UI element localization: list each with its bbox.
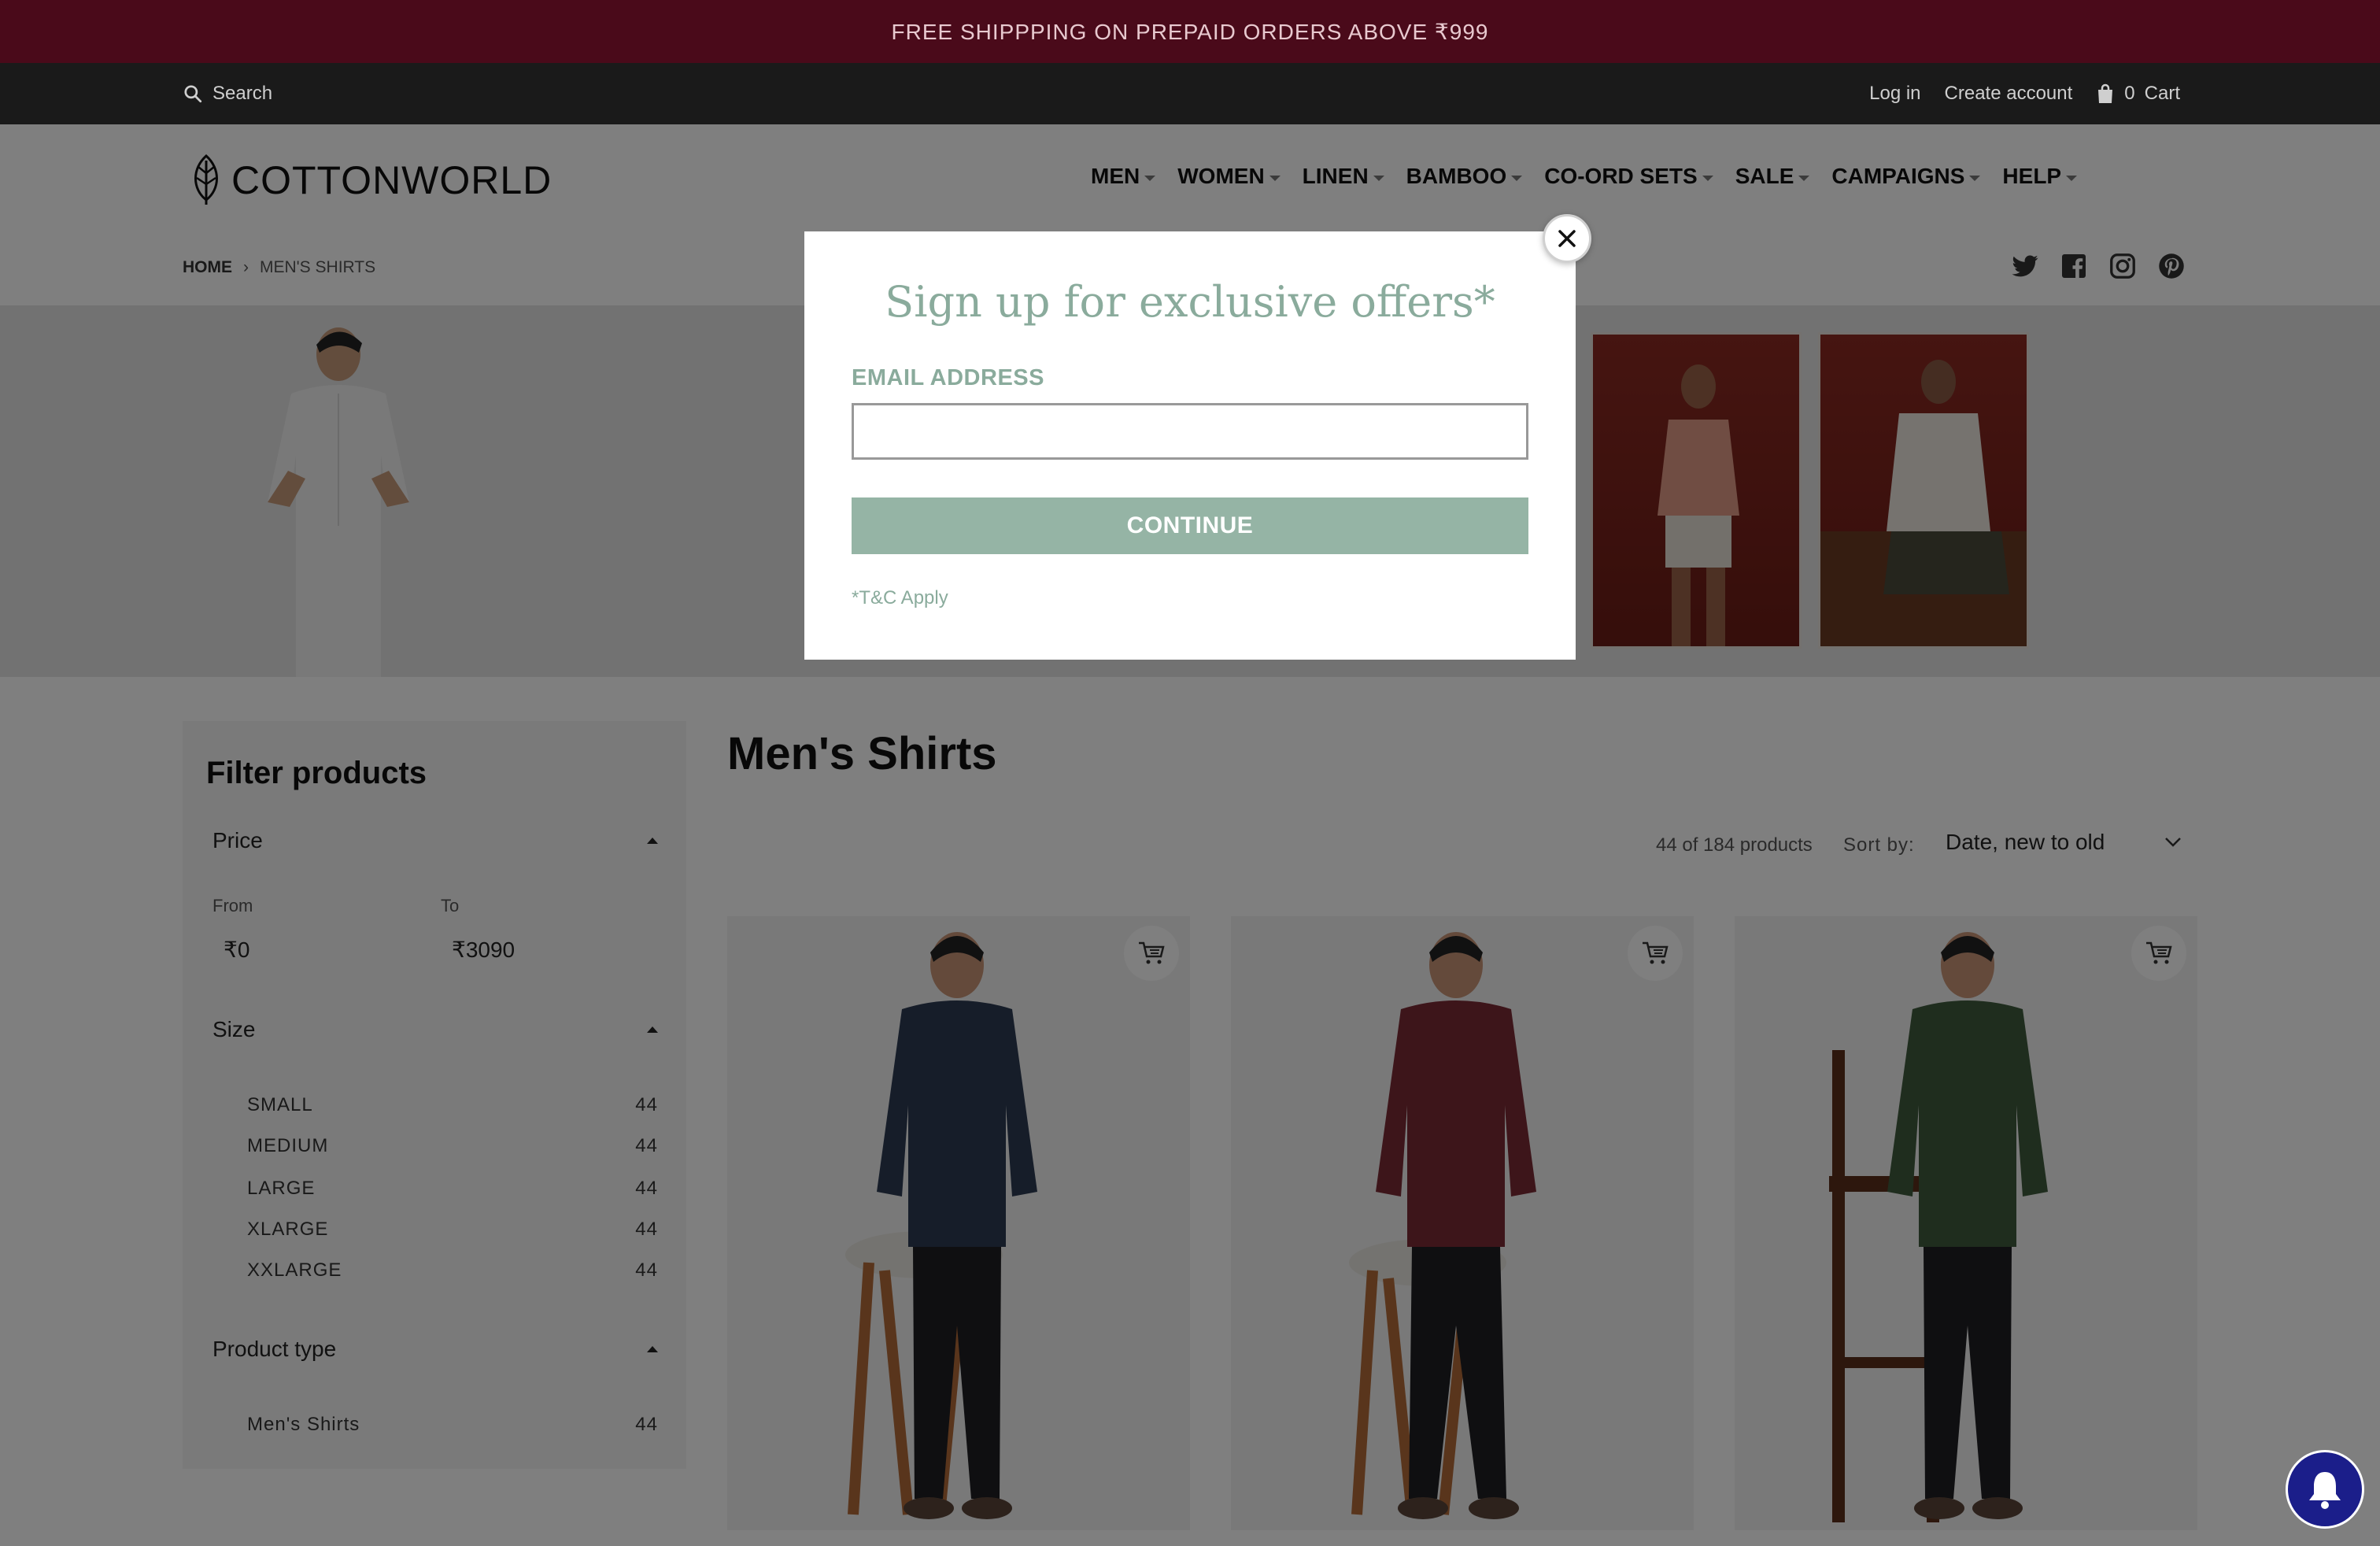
close-modal-button[interactable]	[1543, 214, 1591, 263]
close-icon	[1558, 230, 1576, 247]
terms-link[interactable]: *T&C Apply	[852, 587, 948, 609]
signup-modal: Sign up for exclusive offers* EMAIL ADDR…	[804, 231, 1576, 660]
search-label: Search	[213, 83, 273, 104]
modal-title: Sign up for exclusive offers*	[885, 277, 1495, 327]
shopping-bag-icon	[2098, 83, 2113, 103]
cart-link[interactable]: 0 Cart	[2096, 83, 2180, 105]
email-input[interactable]	[852, 403, 1528, 460]
announcement-text: FREE SHIPPPING ON PREPAID ORDERS ABOVE ₹…	[891, 19, 1489, 44]
bell-icon	[2309, 1472, 2341, 1509]
announcement-bar: FREE SHIPPPING ON PREPAID ORDERS ABOVE ₹…	[0, 0, 2380, 63]
create-account-link[interactable]: Create account	[1945, 83, 2073, 105]
email-label: EMAIL ADDRESS	[852, 365, 1044, 390]
search-link[interactable]: Search	[183, 63, 272, 124]
notification-bell-button[interactable]	[2286, 1450, 2364, 1529]
utility-bar: Search Log in Create account 0 Cart	[0, 63, 2380, 124]
login-link[interactable]: Log in	[1869, 83, 1920, 105]
cart-count: 0	[2124, 83, 2135, 104]
cart-label: Cart	[2144, 83, 2180, 104]
continue-button[interactable]: CONTINUE	[852, 497, 1528, 554]
search-icon	[184, 85, 202, 103]
